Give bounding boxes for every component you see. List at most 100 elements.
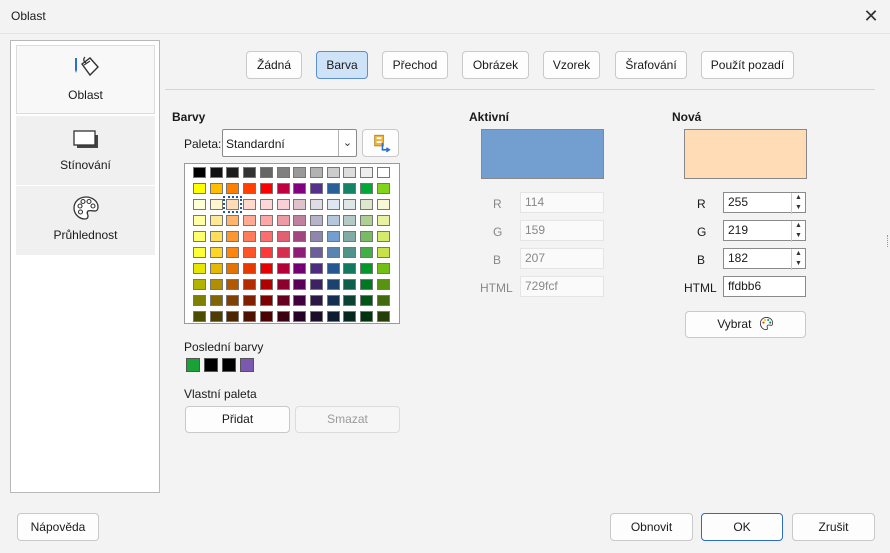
color-cell[interactable] [259, 295, 273, 306]
color-cell[interactable] [209, 247, 223, 258]
sidebar-item-transparency[interactable]: Průhlednost [16, 186, 155, 255]
color-cell[interactable] [276, 295, 290, 306]
spin-down-icon[interactable]: ▼ [792, 203, 805, 213]
add-palette-button[interactable] [362, 129, 399, 157]
color-cell[interactable] [243, 263, 257, 274]
color-cell[interactable] [309, 247, 323, 258]
color-cell[interactable] [209, 167, 223, 178]
color-cell[interactable] [293, 279, 307, 290]
color-cell[interactable] [326, 215, 340, 226]
color-cell[interactable] [360, 167, 373, 178]
color-cell[interactable] [259, 311, 273, 322]
color-cell[interactable] [343, 215, 357, 226]
color-cell[interactable] [276, 279, 290, 290]
recent-color-swatch[interactable] [222, 358, 236, 372]
color-cell[interactable] [276, 183, 290, 194]
color-cell[interactable] [309, 263, 323, 274]
color-cell[interactable] [326, 167, 340, 178]
color-cell[interactable] [276, 263, 290, 274]
recent-color-swatch[interactable] [204, 358, 218, 372]
color-cell[interactable] [193, 295, 206, 306]
color-cell[interactable] [226, 215, 240, 226]
color-cell[interactable] [360, 263, 373, 274]
color-cell[interactable] [243, 311, 257, 322]
color-cell[interactable] [376, 231, 390, 242]
color-cell[interactable] [259, 247, 273, 258]
sidebar-item-shadow[interactable]: Stínování [16, 116, 155, 185]
color-cell[interactable] [226, 231, 240, 242]
r-spinner[interactable]: ▲ ▼ [791, 193, 805, 214]
color-cell[interactable] [360, 311, 373, 322]
color-cell[interactable] [209, 183, 223, 194]
color-cell[interactable] [309, 279, 323, 290]
tab-none[interactable]: Žádná [246, 51, 302, 79]
color-cell[interactable] [226, 279, 240, 290]
color-cell[interactable] [193, 231, 206, 242]
color-cell[interactable] [276, 167, 290, 178]
color-cell[interactable] [326, 295, 340, 306]
color-cell[interactable] [209, 311, 223, 322]
color-cell[interactable] [243, 247, 257, 258]
color-cell[interactable] [376, 279, 390, 290]
tab-image[interactable]: Obrázek [462, 51, 529, 79]
help-button[interactable]: Nápověda [17, 513, 99, 541]
sidebar-item-area[interactable]: Oblast [16, 45, 155, 114]
color-cell[interactable] [209, 215, 223, 226]
pick-color-button[interactable]: Vybrat [685, 311, 806, 338]
ok-button[interactable]: OK [701, 513, 783, 541]
color-cell[interactable] [326, 199, 340, 210]
color-cell[interactable] [376, 167, 390, 178]
b-spinner[interactable]: ▲ ▼ [791, 249, 805, 270]
color-cell[interactable] [259, 263, 273, 274]
color-cell[interactable] [259, 215, 273, 226]
color-cell[interactable] [326, 247, 340, 258]
color-cell[interactable] [360, 247, 373, 258]
color-cell[interactable] [309, 231, 323, 242]
color-cell[interactable] [209, 295, 223, 306]
color-cell[interactable] [243, 279, 257, 290]
color-cell[interactable] [360, 279, 373, 290]
color-cell[interactable] [343, 311, 357, 322]
recent-color-swatch[interactable] [186, 358, 200, 372]
color-cell[interactable] [309, 183, 323, 194]
color-cell[interactable] [360, 183, 373, 194]
color-cell[interactable] [343, 295, 357, 306]
spin-up-icon[interactable]: ▲ [792, 249, 805, 259]
color-cell[interactable] [226, 183, 240, 194]
color-cell[interactable] [293, 295, 307, 306]
color-cell[interactable] [276, 215, 290, 226]
spin-down-icon[interactable]: ▼ [792, 259, 805, 269]
color-cell[interactable] [343, 279, 357, 290]
g-spinner[interactable]: ▲ ▼ [791, 221, 805, 242]
color-cell[interactable] [293, 231, 307, 242]
color-cell[interactable] [193, 199, 206, 210]
color-cell[interactable] [243, 295, 257, 306]
color-cell[interactable] [243, 215, 257, 226]
color-cell[interactable] [326, 279, 340, 290]
color-cell[interactable] [343, 263, 357, 274]
color-cell[interactable] [209, 263, 223, 274]
color-cell[interactable] [376, 199, 390, 210]
cancel-button[interactable]: Zrušit [792, 513, 875, 541]
color-cell[interactable] [226, 167, 240, 178]
color-cell[interactable] [293, 199, 307, 210]
color-cell[interactable] [259, 199, 273, 210]
new-b-field[interactable]: 182 ▲ ▼ [723, 248, 806, 270]
color-cell[interactable] [209, 199, 223, 210]
recent-color-swatch[interactable] [240, 358, 254, 372]
color-cell[interactable] [223, 196, 243, 213]
color-cell[interactable] [243, 199, 257, 210]
color-cell[interactable] [326, 183, 340, 194]
color-cell[interactable] [226, 295, 240, 306]
color-cell[interactable] [193, 279, 206, 290]
reset-button[interactable]: Obnovit [610, 513, 693, 541]
color-cell[interactable] [360, 295, 373, 306]
spin-up-icon[interactable]: ▲ [792, 193, 805, 203]
color-cell[interactable] [343, 247, 357, 258]
color-cell[interactable] [326, 231, 340, 242]
color-cell[interactable] [309, 199, 323, 210]
tab-gradient[interactable]: Přechod [382, 51, 448, 79]
color-cell[interactable] [343, 231, 357, 242]
new-r-field[interactable]: 255 ▲ ▼ [723, 192, 806, 214]
color-cell[interactable] [259, 167, 273, 178]
